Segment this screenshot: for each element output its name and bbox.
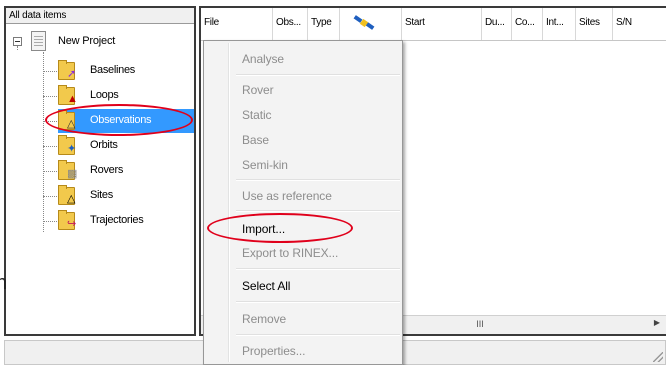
column-header-start[interactable]: Start: [402, 8, 482, 40]
edge-text-fragment: n: [0, 272, 8, 294]
tree-item-label: Sites: [90, 189, 113, 201]
column-header-co[interactable]: Co...: [512, 8, 543, 40]
tree-item-sites[interactable]: △ Sites: [58, 184, 194, 208]
column-header-sn[interactable]: S/N: [613, 8, 666, 40]
menu-item-use-as-reference[interactable]: Use as reference: [242, 189, 332, 203]
rover-icon: ▩: [67, 168, 78, 180]
menu-item-rover[interactable]: Rover: [242, 83, 274, 97]
menu-gutter: [228, 43, 230, 362]
tree-connector: [43, 196, 57, 197]
tree-item-label: Loops: [90, 89, 119, 101]
satellite-icon: [353, 15, 375, 30]
satellite-icon: ✦: [67, 143, 77, 155]
project-label[interactable]: New Project: [58, 35, 115, 47]
column-header-row: File Obs... Type Start Du... Co... Int..…: [201, 8, 666, 41]
tree-item-label: Baselines: [90, 64, 135, 76]
menu-item-remove[interactable]: Remove: [242, 312, 286, 326]
tree-item-label: Trajectories: [90, 214, 144, 226]
highlight-ring-import: [207, 213, 353, 243]
column-header-type[interactable]: Type: [308, 8, 340, 40]
tree-item-baselines[interactable]: ➚ Baselines: [58, 59, 194, 83]
data-tree-panel[interactable]: All data items New Project ➚ Baselines ▲…: [4, 6, 196, 336]
tree-item-rovers[interactable]: ▩ Rovers: [58, 159, 194, 183]
menu-separator: [236, 334, 400, 336]
menu-item-analyse[interactable]: Analyse: [242, 52, 284, 66]
menu-separator: [236, 179, 400, 181]
menu-separator: [236, 210, 400, 212]
tree-connector: [43, 171, 57, 172]
column-header-duration[interactable]: Du...: [482, 8, 512, 40]
column-header-satellite[interactable]: [340, 8, 402, 40]
context-menu[interactable]: Analyse Rover Static Base Semi-kin Use a…: [203, 40, 403, 365]
menu-separator: [236, 301, 400, 303]
triangle-icon: △: [67, 193, 76, 205]
column-header-file[interactable]: File: [201, 8, 273, 40]
scroll-right-arrow-icon[interactable]: ▶: [654, 318, 660, 327]
tree-item-label: Rovers: [90, 164, 124, 176]
menu-item-export-to-rinex[interactable]: Export to RINEX...: [242, 246, 338, 260]
baseline-icon: ➚: [67, 68, 77, 80]
tree-item-trajectories[interactable]: ↪ Trajectories: [58, 209, 194, 233]
menu-item-static[interactable]: Static: [242, 108, 272, 122]
tree-item-label: Orbits: [90, 139, 118, 151]
tree-connector: [43, 52, 44, 232]
tree-connector: [43, 221, 57, 222]
menu-separator: [236, 268, 400, 270]
column-header-obs[interactable]: Obs...: [273, 8, 308, 40]
menu-item-properties[interactable]: Properties...: [242, 344, 306, 358]
collapse-toggle[interactable]: [13, 37, 22, 46]
menu-item-select-all[interactable]: Select All: [242, 279, 290, 293]
column-header-interval[interactable]: Int...: [543, 8, 576, 40]
menu-item-semi-kin[interactable]: Semi-kin: [242, 158, 288, 172]
scrollbar-thumb[interactable]: III: [445, 319, 515, 330]
tree-connector: [17, 46, 18, 50]
highlight-ring-observations: [45, 104, 193, 136]
loop-icon: ▲: [67, 93, 78, 105]
menu-separator: [236, 74, 400, 76]
trajectory-icon: ↪: [67, 218, 77, 230]
resize-grip-icon[interactable]: [653, 352, 663, 362]
tree-item-orbits[interactable]: ✦ Orbits: [58, 134, 194, 158]
project-icon: [31, 31, 46, 51]
menu-item-base[interactable]: Base: [242, 133, 269, 147]
tree-connector: [43, 96, 57, 97]
tree-header: All data items: [6, 8, 194, 24]
column-header-sites[interactable]: Sites: [576, 8, 613, 40]
tree-connector: [43, 71, 57, 72]
tree-connector: [43, 146, 57, 147]
